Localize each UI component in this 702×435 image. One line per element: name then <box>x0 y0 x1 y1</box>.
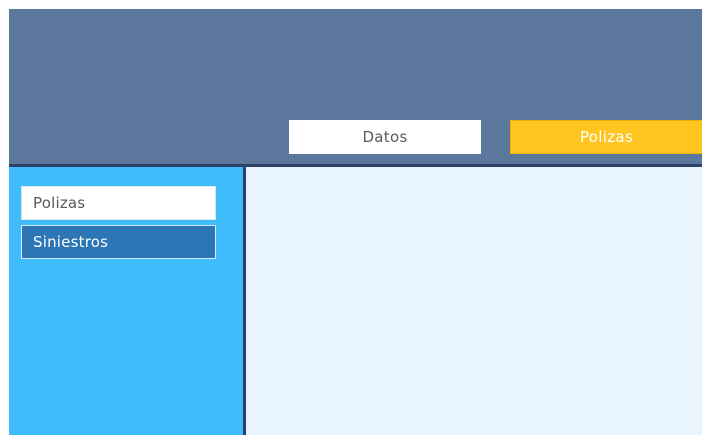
header-bar: Datos Polizas <box>9 9 702 167</box>
tab-datos-label: Datos <box>362 128 408 146</box>
tab-polizas[interactable]: Polizas <box>510 120 702 154</box>
tab-datos[interactable]: Datos <box>289 120 481 154</box>
sidebar-item-label: Siniestros <box>33 233 109 251</box>
sidebar: Polizas Siniestros <box>9 167 243 435</box>
sidebar-item-label: Polizas <box>33 194 86 212</box>
main-content <box>246 167 702 435</box>
app-frame: Datos Polizas Polizas Siniestros <box>9 9 702 435</box>
sidebar-item-polizas[interactable]: Polizas <box>21 186 216 220</box>
tab-polizas-label: Polizas <box>579 128 633 146</box>
sidebar-item-siniestros[interactable]: Siniestros <box>21 225 216 259</box>
